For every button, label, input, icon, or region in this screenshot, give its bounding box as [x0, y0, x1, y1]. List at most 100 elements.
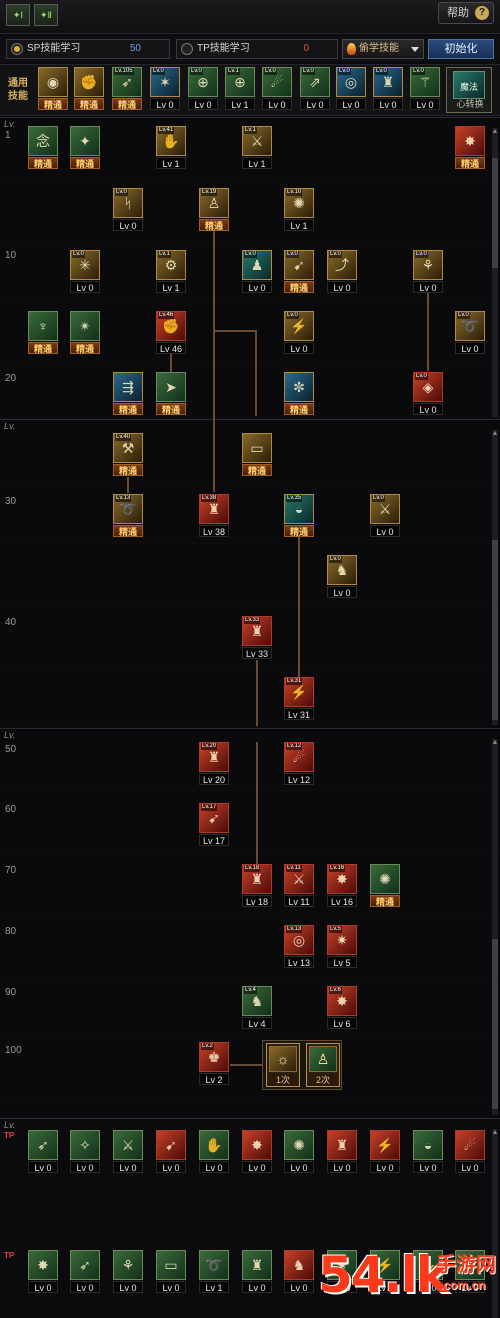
skill-node[interactable]: ⚙ Lv.1 Lv 1 — [156, 250, 188, 294]
initialize-button[interactable]: 初始化 — [428, 39, 494, 59]
skill-node[interactable]: ✴ 精通 — [70, 311, 102, 355]
skill-node[interactable]: ✺ Lv.10 Lv 1 — [284, 188, 316, 232]
skill-node[interactable]: ♞ Lv.0 Lv 0 — [327, 555, 359, 599]
tp-skill[interactable]: ♜ Lv 0 — [327, 1130, 359, 1174]
skill-node[interactable]: ✳ Lv.0 Lv 0 — [70, 250, 102, 294]
skill-node[interactable]: ✺ 精通 — [370, 864, 402, 908]
skill-node[interactable]: 念精通 — [28, 126, 60, 170]
skill-node[interactable]: ⚔ Lv.1 Lv 1 — [242, 126, 274, 170]
tp-skill[interactable]: ➹ Lv 0 — [156, 1130, 188, 1174]
skill-node[interactable]: ➤ 精通 — [156, 372, 188, 416]
awakening-node[interactable]: ♙ 2次 — [306, 1043, 340, 1087]
skill-node[interactable]: ⚒ Lv.40 精通 — [113, 433, 145, 477]
common-skill[interactable]: ⊕ Lv.1 Lv 1 — [225, 67, 257, 111]
skill-node[interactable]: ✋ Lv.41 Lv 1 — [156, 126, 188, 170]
skill-node[interactable]: ♜ Lv.38 Lv 38 — [199, 494, 231, 538]
skill-node[interactable]: ✸ 精通 — [455, 126, 487, 170]
skill-node[interactable]: ✊ Lv.46 Lv 46 — [156, 311, 188, 355]
scrollbar[interactable]: ▲ — [492, 739, 498, 1115]
tp-skill[interactable]: ✺ Lv 0 — [284, 1130, 316, 1174]
skill-level-badge: Lv 0 — [150, 98, 180, 110]
skill-node[interactable]: ➰ Lv.13 精通 — [113, 494, 145, 538]
common-skill[interactable]: ✊ 精通 — [74, 67, 106, 111]
skill-node[interactable]: ⚘ Lv.0 Lv 0 — [413, 250, 445, 294]
skill-node[interactable]: ⇶ 精通 — [113, 372, 145, 416]
tp-skill[interactable]: ⚔ Lv 0 — [113, 1130, 145, 1174]
awakening-node[interactable]: ☼ 1次 — [266, 1043, 300, 1087]
skill-node[interactable]: ♙ Lv.19 精通 — [199, 188, 231, 232]
skill-node[interactable]: ⚔ Lv.0 Lv 0 — [370, 494, 402, 538]
skill-node[interactable]: ⤴ Lv.0 Lv 0 — [327, 250, 359, 294]
tp-skill[interactable]: ➶ Lv 0 — [70, 1250, 102, 1294]
tp-skill[interactable]: ▭ Lv 0 — [156, 1250, 188, 1294]
skill-node[interactable]: ✸ Lv.16 Lv 16 — [327, 864, 359, 908]
tp-skill[interactable]: ⚡ Lv 0 — [370, 1130, 402, 1174]
common-skill[interactable]: ⊕ Lv.0 Lv 0 — [188, 67, 220, 111]
skill-node[interactable]: ◒ Lv.35 精通 — [284, 494, 316, 538]
scroll-thumb[interactable] — [492, 939, 498, 1109]
common-skill[interactable]: ♜ Lv.0 Lv 0 — [373, 67, 405, 111]
tp-skill[interactable]: ➶ Lv 0 — [28, 1130, 60, 1174]
tp-mode-toggle[interactable]: TP技能学习 0 — [176, 39, 338, 59]
skill-node[interactable]: ♚ Lv.2 Lv 2 — [199, 1042, 231, 1086]
skill-node[interactable]: ☄ Lv.12 Lv 12 — [284, 742, 316, 786]
skill-glyph-icon: ➤ — [165, 379, 177, 395]
skill-node[interactable]: ✦ 精通 — [70, 126, 102, 170]
scroll-up-icon[interactable]: ▲ — [491, 128, 499, 136]
scroll-up-icon[interactable]: ▲ — [491, 430, 499, 438]
tp-skill[interactable]: ✋ Lv 0 — [199, 1130, 231, 1174]
skill-node[interactable]: ᛋ Lv.0 Lv 0 — [113, 188, 145, 232]
tp-skill[interactable]: ✸ Lv 0 — [28, 1250, 60, 1294]
tp-skill[interactable]: ♜ Lv 0 — [242, 1250, 274, 1294]
scrollbar[interactable]: ▲ — [492, 430, 498, 725]
common-skill[interactable]: ◎ Lv.0 Lv 0 — [336, 67, 368, 111]
skill-node[interactable]: ➹ Lv.0 精通 — [284, 250, 316, 294]
skill-node[interactable]: ➹ Lv.17 Lv 17 — [199, 803, 231, 847]
skill-node[interactable]: ✼ 精通 — [284, 372, 316, 416]
skill-node[interactable]: ✸ Lv.6 Lv 6 — [327, 986, 359, 1030]
common-skill[interactable]: ◉ 精通 — [38, 67, 70, 111]
skill-node[interactable]: ➰ Lv.0 Lv 0 — [455, 311, 487, 355]
common-skill[interactable]: ✶ Lv.0 Lv 0 — [150, 67, 182, 111]
skill-node[interactable]: ♟ Lv.0 Lv 0 — [242, 250, 274, 294]
skill-node[interactable]: ♆ 精通 — [28, 311, 60, 355]
skill-icon: ♜ Lv.20 — [199, 742, 229, 772]
lv-header: Lv. — [4, 421, 16, 431]
skill-node[interactable]: ◈ Lv.0 Lv 0 — [413, 372, 445, 416]
scrollbar[interactable]: ▲ — [492, 128, 498, 417]
skill-node[interactable]: ⚔ Lv.11 Lv 11 — [284, 864, 316, 908]
scroll-thumb[interactable] — [492, 158, 498, 268]
tp-skill[interactable]: ◒ Lv 0 — [413, 1130, 445, 1174]
tp-skill[interactable]: ⚘ Lv 0 — [113, 1250, 145, 1294]
skill-tab-2[interactable]: ✦Ⅱ — [34, 4, 58, 26]
common-skill[interactable]: ☄ Lv.0 Lv 0 — [262, 67, 294, 111]
skill-node[interactable]: ▭ 精通 — [242, 433, 274, 477]
skill-tab-1[interactable]: ✦Ⅰ — [6, 4, 30, 26]
tp-skill[interactable]: ♞ Lv 0 — [284, 1250, 316, 1294]
tp-skill[interactable]: ✸ Lv 0 — [242, 1130, 274, 1174]
scroll-up-icon[interactable]: ▲ — [491, 1129, 499, 1137]
skill-node[interactable]: ✷ Lv.5 Lv 5 — [327, 925, 359, 969]
tp-skill[interactable]: ✧ Lv 0 — [70, 1130, 102, 1174]
skill-required-level: Lv.4 — [244, 987, 257, 994]
skill-node[interactable]: ⚡ Lv.31 Lv 31 — [284, 677, 316, 721]
common-skill[interactable]: ⚚ Lv.0 Lv 0 — [410, 67, 442, 111]
sp-mode-toggle[interactable]: SP技能学习 50 — [6, 39, 170, 59]
common-skill[interactable]: ⇗ Lv.0 Lv 0 — [300, 67, 332, 111]
skill-switch-button[interactable]: 魔法 心转换 — [446, 67, 492, 113]
skill-required-level: Lv.40 — [115, 434, 132, 441]
skill-icon: ◒ — [413, 1130, 443, 1160]
skill-node[interactable]: ♜ Lv.33 Lv 33 — [242, 616, 274, 660]
help-button[interactable]: 帮助 ? — [438, 2, 494, 24]
tp-skill[interactable]: ☄ Lv 0 — [455, 1130, 487, 1174]
skill-node[interactable]: ♜ Lv.18 Lv 18 — [242, 864, 274, 908]
scroll-up-icon[interactable]: ▲ — [491, 739, 499, 747]
skill-node[interactable]: ⚡ Lv.0 Lv 0 — [284, 311, 316, 355]
common-skill[interactable]: ➶ Lv.105 精通 — [112, 67, 144, 111]
skill-node[interactable]: ♞ Lv.4 Lv 4 — [242, 986, 274, 1030]
tp-skill[interactable]: ➰ Lv 1 — [199, 1250, 231, 1294]
skill-node[interactable]: ◎ Lv.13 Lv 13 — [284, 925, 316, 969]
scroll-thumb[interactable] — [492, 540, 498, 720]
steal-skill-dropdown[interactable]: 偷学技能 — [342, 39, 424, 59]
skill-node[interactable]: ♜ Lv.20 Lv 20 — [199, 742, 231, 786]
